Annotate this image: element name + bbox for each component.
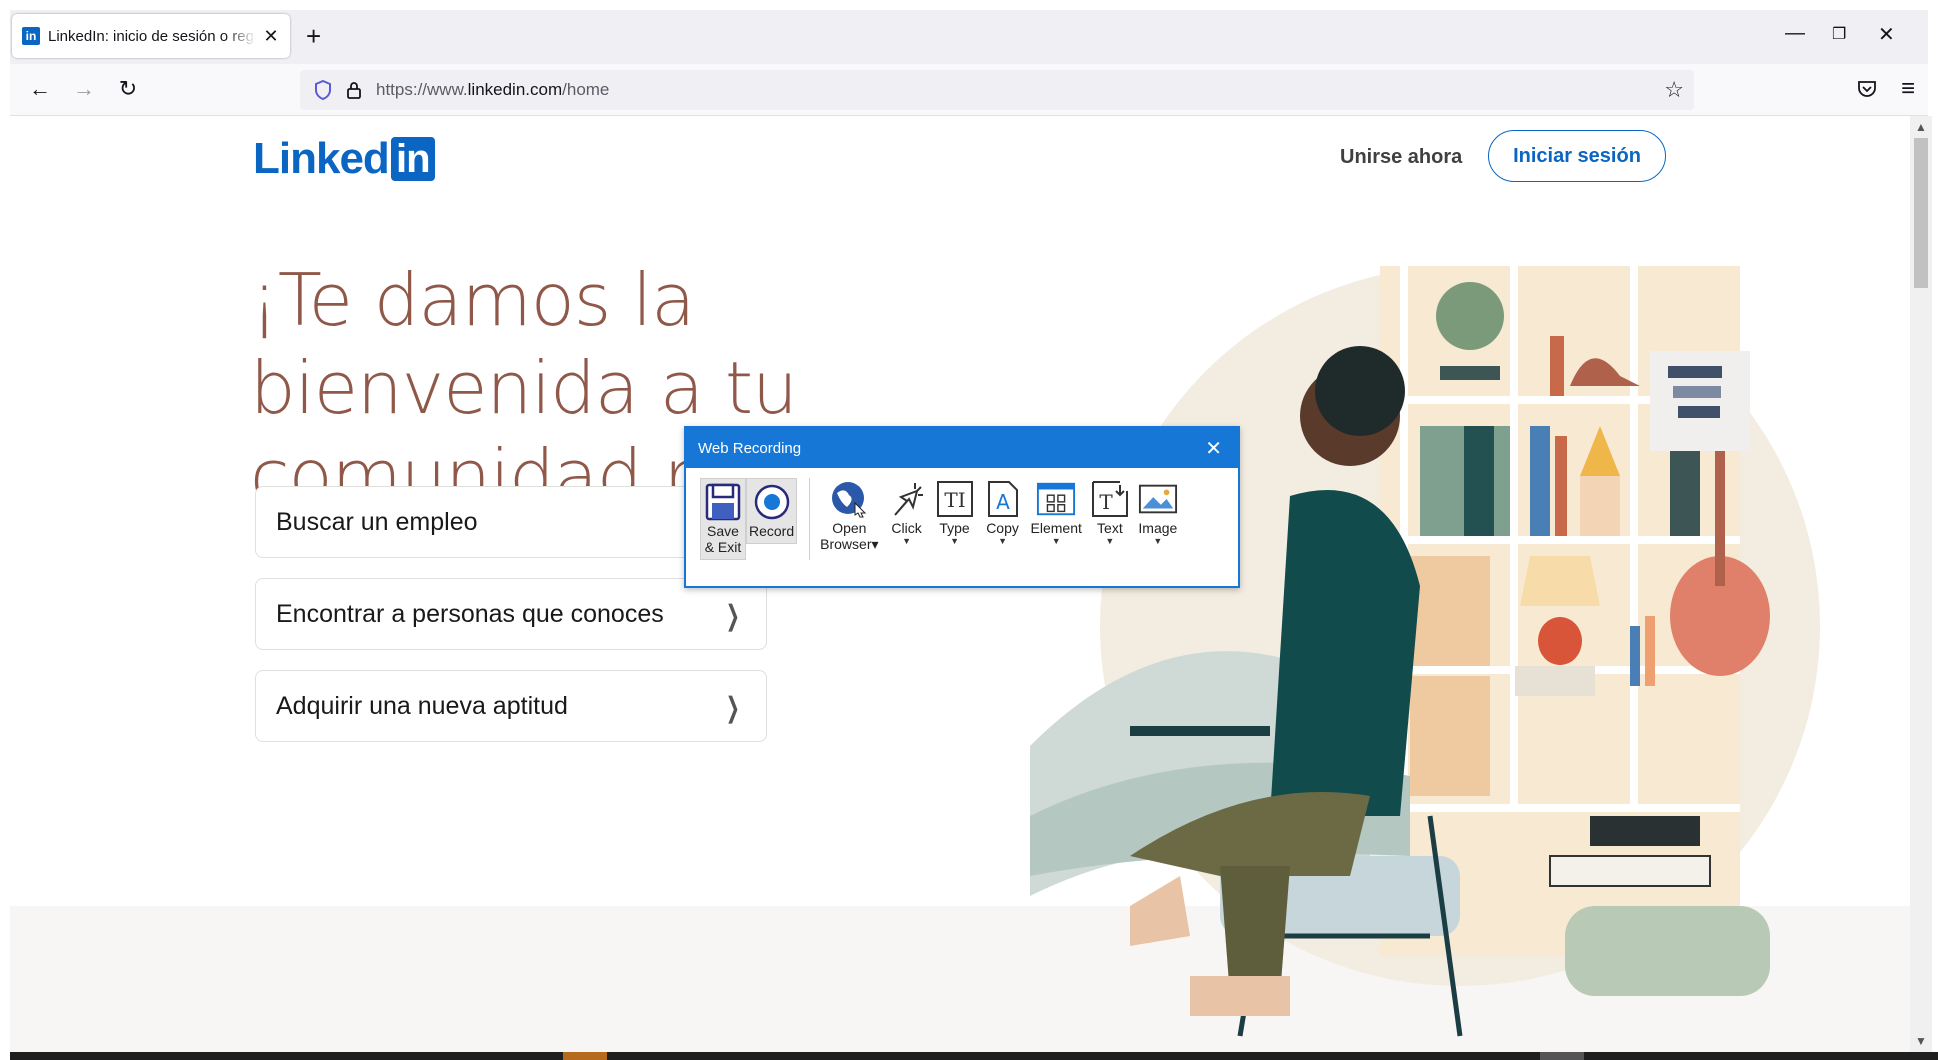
- chevron-right-icon: ❯: [725, 600, 740, 631]
- reload-button[interactable]: ↻: [114, 76, 142, 102]
- option-label: Encontrar a personas que conoces: [276, 599, 664, 628]
- element-button[interactable]: Element ▼: [1031, 478, 1082, 546]
- dropdown-caret-icon[interactable]: ▼: [1105, 536, 1114, 546]
- tab-title: LinkedIn: inicio de sesión o registro: [48, 27, 256, 45]
- text-button[interactable]: T Text ▼: [1090, 478, 1130, 546]
- screen: in LinkedIn: inicio de sesión o registro…: [0, 0, 1938, 1060]
- navigation-toolbar: ← → ↻ https://www.linkedin.com/home ☆ ≡: [10, 64, 1928, 116]
- tool-label: Click: [891, 520, 922, 536]
- recording-toolbar: Save & Exit Record Open Browser▾ Click ▼…: [700, 478, 1186, 560]
- scroll-up-icon[interactable]: ▲: [1915, 120, 1927, 134]
- dropdown-caret-icon[interactable]: ▼: [1153, 536, 1162, 546]
- image-button[interactable]: Image ▼: [1138, 478, 1178, 546]
- toolbar-separator: [809, 478, 811, 560]
- bookmark-star-icon[interactable]: ☆: [1664, 77, 1684, 103]
- minimize-icon[interactable]: —: [1785, 22, 1805, 45]
- svg-text:A: A: [996, 490, 1010, 514]
- tab-strip: in LinkedIn: inicio de sesión o registro…: [10, 10, 1928, 64]
- svg-text:T: T: [1099, 490, 1113, 514]
- tool-label: Save & Exit: [704, 523, 742, 555]
- taskbar-item[interactable]: [1540, 1052, 1584, 1060]
- page-content: Linked in Unirse ahora Iniciar sesión ¡Te…: [10, 116, 1910, 1060]
- tracking-shield-icon[interactable]: [314, 80, 332, 100]
- tab-close-icon[interactable]: ✕: [262, 26, 280, 47]
- element-icon: [1036, 478, 1076, 520]
- browser-tab[interactable]: in LinkedIn: inicio de sesión o registro…: [12, 14, 290, 58]
- new-tab-button[interactable]: +: [306, 23, 321, 49]
- learn-skill-option[interactable]: Adquirir una nueva aptitud ❯: [255, 670, 767, 742]
- hero-illustration: [1030, 266, 1820, 1037]
- web-recording-dialog: Web Recording ✕ Save& Exit Record Open: [684, 426, 1240, 588]
- click-button[interactable]: Click ▼: [887, 478, 927, 546]
- taskbar-strip: [10, 1052, 1938, 1060]
- dropdown-caret-icon[interactable]: ▼: [998, 536, 1007, 546]
- tool-label: Copy: [986, 520, 1019, 536]
- pocket-icon[interactable]: [1856, 78, 1878, 100]
- record-icon: [752, 481, 792, 523]
- dropdown-caret-icon[interactable]: ▼: [950, 536, 959, 546]
- text-icon: T: [1090, 478, 1130, 520]
- back-button[interactable]: ←: [26, 76, 54, 102]
- linkedin-logo[interactable]: Linked in: [253, 134, 435, 184]
- record-button[interactable]: Record: [746, 478, 798, 544]
- type-icon: TI: [935, 478, 975, 520]
- type-button[interactable]: TI Type ▼: [935, 478, 975, 546]
- menu-icon[interactable]: ≡: [1894, 76, 1922, 102]
- click-icon: [887, 478, 927, 520]
- linkedin-favicon-icon: in: [22, 27, 40, 45]
- option-label: Buscar un empleo: [276, 507, 478, 536]
- dialog-close-icon[interactable]: ✕: [1205, 436, 1222, 461]
- sign-in-button[interactable]: Iniciar sesión: [1488, 130, 1666, 182]
- find-people-option[interactable]: Encontrar a personas que conoces ❯: [255, 578, 767, 650]
- tool-label: Type: [939, 520, 970, 536]
- lock-icon[interactable]: [346, 81, 362, 99]
- copy-button[interactable]: A Copy ▼: [983, 478, 1023, 546]
- scrollbar-thumb[interactable]: [1914, 138, 1928, 288]
- dropdown-caret-icon[interactable]: ▼: [1052, 536, 1061, 546]
- address-bar[interactable]: https://www.linkedin.com/home ☆: [300, 70, 1694, 110]
- dropdown-caret-icon[interactable]: ▼: [902, 536, 911, 546]
- chevron-right-icon: ❯: [725, 692, 740, 723]
- copy-icon: A: [983, 478, 1023, 520]
- save-exit-button[interactable]: Save & Exit: [700, 478, 746, 560]
- tool-label: Element: [1030, 520, 1082, 536]
- forward-button[interactable]: →: [70, 76, 98, 102]
- tool-label: Open Browser▾: [820, 520, 879, 552]
- scroll-down-icon[interactable]: ▼: [1915, 1034, 1927, 1048]
- taskbar-item[interactable]: [563, 1052, 607, 1060]
- tool-label: Image: [1138, 520, 1178, 536]
- dialog-title: Web Recording: [686, 428, 1238, 468]
- join-now-link[interactable]: Unirse ahora: [1340, 146, 1462, 169]
- url-text: https://www.linkedin.com/home: [376, 80, 610, 99]
- page-scrollbar[interactable]: ▲ ▼: [1910, 116, 1932, 1052]
- tool-label: Record: [749, 523, 795, 539]
- floppy-disk-icon: [703, 481, 743, 523]
- open-browser-button[interactable]: Open Browser▾: [820, 478, 879, 552]
- image-icon: [1138, 478, 1178, 520]
- globe-cursor-icon: [829, 478, 869, 520]
- restore-icon[interactable]: ❐: [1832, 24, 1846, 44]
- window-close-icon[interactable]: ✕: [1878, 22, 1895, 47]
- option-label: Adquirir una nueva aptitud: [276, 691, 568, 720]
- tool-label: Text: [1097, 520, 1123, 536]
- svg-text:TI: TI: [944, 488, 965, 512]
